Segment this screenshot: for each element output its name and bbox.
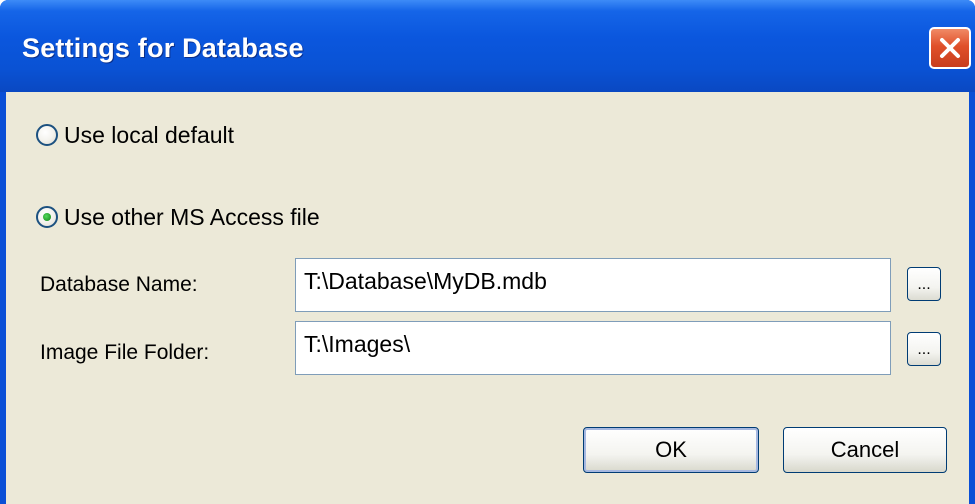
image-folder-input[interactable]: T:\Images\ <box>295 321 891 375</box>
close-button[interactable] <box>929 27 971 69</box>
ok-button[interactable]: OK <box>583 427 759 473</box>
radio-dot <box>43 213 51 221</box>
title-bar[interactable]: Settings for Database <box>0 0 975 92</box>
database-browse-button[interactable]: ... <box>907 267 941 301</box>
radio-use-other-access-file[interactable]: Use other MS Access file <box>36 202 320 232</box>
image-folder-label: Image File Folder: <box>40 341 210 364</box>
radio-label-local-default: Use local default <box>64 121 235 148</box>
radio-button-checked[interactable] <box>36 206 58 228</box>
radio-use-local-default[interactable]: Use local default <box>36 120 234 150</box>
database-name-input[interactable]: T:\Database\MyDB.mdb <box>295 258 891 312</box>
database-name-label: Database Name: <box>40 273 198 296</box>
cancel-button[interactable]: Cancel <box>783 427 947 473</box>
image-folder-browse-button[interactable]: ... <box>907 332 941 366</box>
radio-button-unchecked[interactable] <box>36 124 58 146</box>
dialog-title: Settings for Database <box>22 33 304 63</box>
dialog-body: Use local default Use other MS Access fi… <box>6 92 969 504</box>
settings-dialog: Settings for Database Use local default … <box>0 0 975 504</box>
radio-label-other-access-file: Use other MS Access file <box>64 203 320 230</box>
close-icon <box>940 38 960 58</box>
